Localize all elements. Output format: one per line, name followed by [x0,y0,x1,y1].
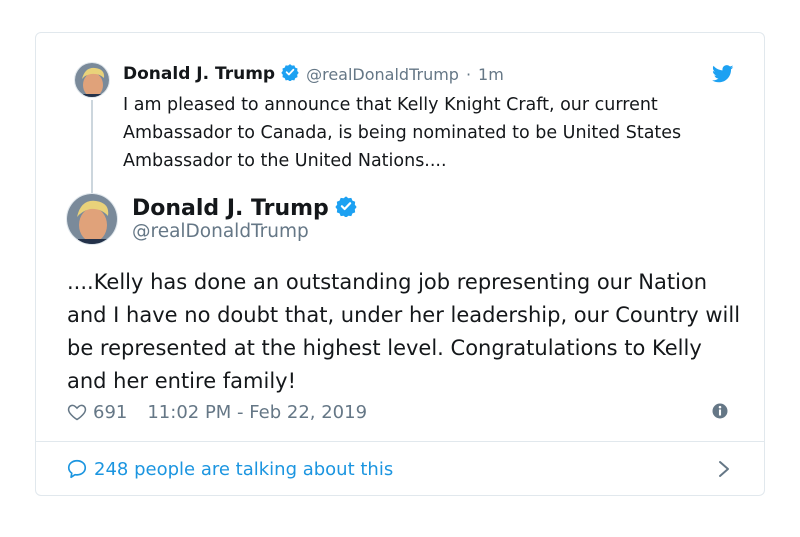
embedded-tweet-card: Donald J. Trump @realDonaldTrump · 1m I … [35,32,765,496]
parent-separator: · [465,64,472,84]
main-author-name[interactable]: Donald J. Trump [132,196,329,221]
heart-icon[interactable] [67,402,87,422]
main-tweet-header: Donald J. Trump [132,193,357,223]
parent-timestamp[interactable]: 1m [478,65,504,84]
like-count[interactable]: 691 [93,402,127,423]
parent-tweet-header: Donald J. Trump @realDonaldTrump · 1m [123,62,734,86]
talking-about-text[interactable]: 248 people are talking about this [94,459,393,480]
verified-badge-icon [335,195,357,221]
main-tweet-text: ....Kelly has done an outstanding job re… [67,270,741,393]
tweet-meta-row: 691 11:02 PM - Feb 22, 2019 [67,399,367,425]
speech-bubble-icon [66,458,88,480]
talking-about-link[interactable]: 248 people are talking about this [36,442,764,496]
parent-author-handle[interactable]: @realDonaldTrump [306,65,459,84]
info-icon[interactable] [711,402,729,420]
main-author-handle[interactable]: @realDonaldTrump [132,221,309,242]
tweet-timestamp[interactable]: 11:02 PM - Feb 22, 2019 [147,402,367,423]
thread-connector-line [91,100,93,195]
chevron-right-icon[interactable] [717,459,731,479]
parent-tweet-text: I am pleased to announce that Kelly Knig… [123,95,682,171]
parent-author-name[interactable]: Donald J. Trump [123,64,275,84]
main-avatar[interactable] [66,193,118,245]
twitter-bird-icon[interactable] [712,65,734,83]
parent-avatar[interactable] [74,62,110,98]
verified-badge-icon [281,63,299,85]
